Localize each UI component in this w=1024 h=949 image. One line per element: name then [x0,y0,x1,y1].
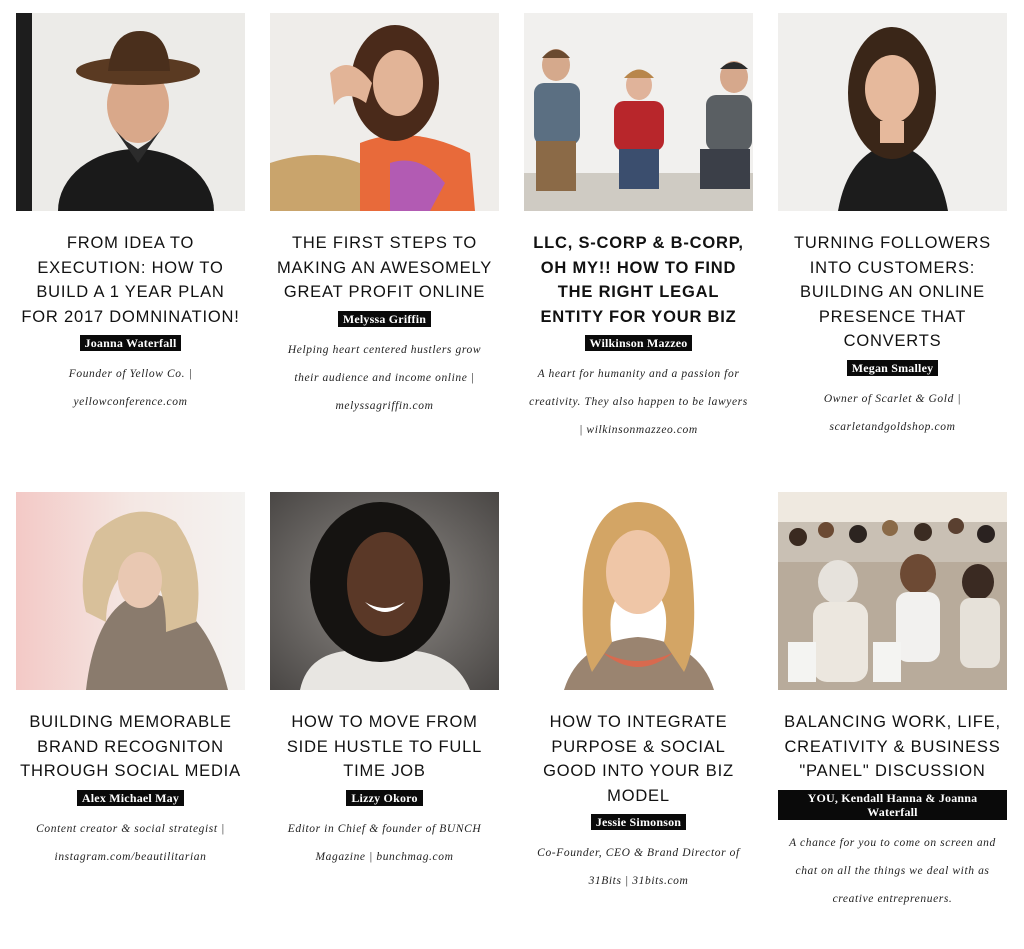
portrait-photo-icon [16,492,245,690]
speaker-description: Content creator & social strategist | in… [36,822,225,863]
portrait-photo-icon [16,13,245,211]
speaker-card[interactable]: LLC, S-CORP & B-CORP, OH MY!! HOW TO FIN… [524,13,753,444]
speaker-name: Joanna Waterfall [79,335,182,351]
speaker-description: Helping heart centered hustlers grow the… [287,343,482,412]
speaker-name: Megan Smalley [846,359,939,376]
portrait-photo-icon [270,492,499,690]
speaker-card[interactable]: FROM IDEA TO EXECUTION: HOW TO BUILD A 1… [16,13,245,416]
session-title: BUILDING MEMORABLE BRAND RECOGNITON THRO… [20,713,241,780]
speaker-grid: FROM IDEA TO EXECUTION: HOW TO BUILD A 1… [0,0,1024,949]
session-title: HOW TO INTEGRATE PURPOSE & SOCIAL GOOD I… [543,713,734,805]
speaker-photo[interactable] [524,492,753,690]
speaker-card[interactable]: HOW TO MOVE FROM SIDE HUSTLE TO FULL TIM… [270,492,499,871]
speaker-card[interactable]: THE FIRST STEPS TO MAKING AN AWESOMELY G… [270,13,499,420]
speaker-name: Alex Michael May [76,789,185,806]
crowd-photo-icon [778,492,1007,690]
session-title: TURNING FOLLOWERS INTO CUSTOMERS: BUILDI… [794,234,991,350]
speaker-description: Co-Founder, CEO & Brand Director of 31Bi… [537,847,740,887]
speaker-photo[interactable] [16,492,245,690]
session-title: LLC, S-CORP & B-CORP, OH MY!! HOW TO FIN… [533,234,744,326]
portrait-photo-icon [778,13,1007,211]
speaker-description: Owner of Scarlet & Gold | scarletandgold… [823,392,962,433]
speaker-description: Founder of Yellow Co. | yellowconference… [68,368,193,408]
portrait-photo-icon [524,492,753,690]
speaker-photo[interactable] [778,492,1007,690]
portrait-photo-icon [270,13,499,211]
speaker-name: Jessie Simonson [590,814,687,830]
group-photo-icon [524,13,753,211]
speaker-name: Melyssa Griffin [337,310,432,327]
speaker-description: A heart for humanity and a passion for c… [529,368,748,436]
speaker-name: Lizzy Okoro [346,789,423,806]
session-title: BALANCING WORK, LIFE, CREATIVITY & BUSIN… [784,713,1001,780]
speaker-card[interactable]: BUILDING MEMORABLE BRAND RECOGNITON THRO… [16,492,245,871]
speaker-card[interactable]: TURNING FOLLOWERS INTO CUSTOMERS: BUILDI… [778,13,1007,441]
session-title: HOW TO MOVE FROM SIDE HUSTLE TO FULL TIM… [286,713,483,780]
speaker-card[interactable]: BALANCING WORK, LIFE, CREATIVITY & BUSIN… [778,492,1007,913]
speaker-photo[interactable] [524,13,753,211]
speaker-name: Wilkinson Mazzeo [584,335,693,351]
speaker-description: Editor in Chief & founder of BUNCH Magaz… [287,822,482,863]
speaker-name: YOU, Kendall Hanna & Joanna Waterfall [778,789,1007,820]
speaker-photo[interactable] [778,13,1007,211]
speaker-photo[interactable] [270,13,499,211]
session-title: FROM IDEA TO EXECUTION: HOW TO BUILD A 1… [21,234,240,326]
speaker-card[interactable]: HOW TO INTEGRATE PURPOSE & SOCIAL GOOD I… [524,492,753,895]
speaker-photo[interactable] [16,13,245,211]
session-title: THE FIRST STEPS TO MAKING AN AWESOMELY G… [276,234,493,301]
speaker-description: A chance for you to come on screen and c… [789,836,996,905]
speaker-photo[interactable] [270,492,499,690]
